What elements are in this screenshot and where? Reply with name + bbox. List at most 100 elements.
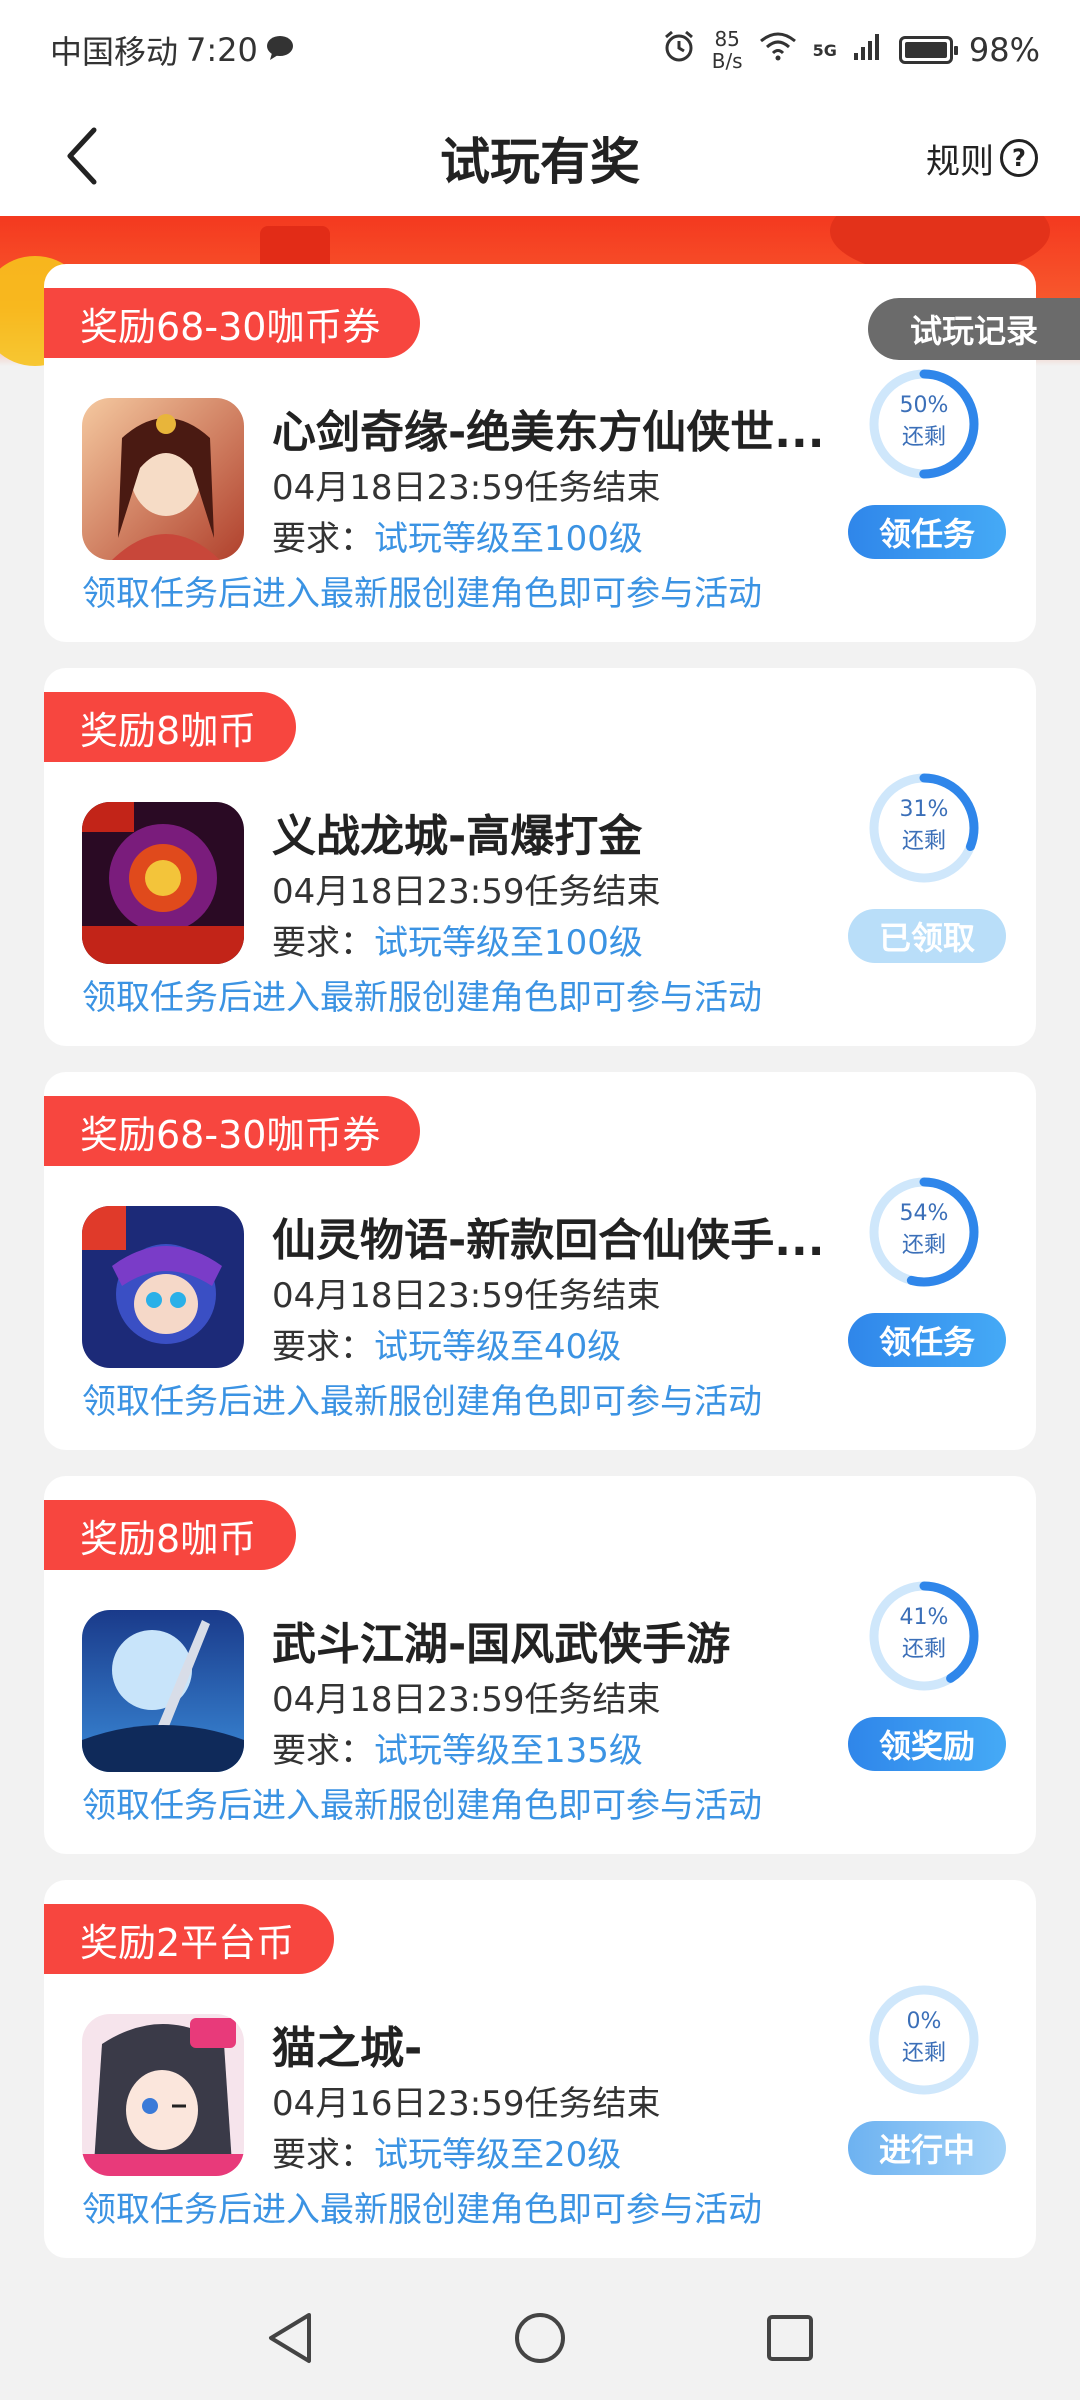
game-name: 猫之城-	[272, 2023, 423, 2074]
remaining-progress-ring: 0% 还剩	[868, 1984, 980, 2096]
claim-task-button[interactable]: 领任务	[848, 1313, 1006, 1367]
task-deadline: 04月18日23:59任务结束	[272, 872, 661, 912]
remaining-label: 还剩	[901, 1233, 946, 1258]
task-deadline: 04月18日23:59任务结束	[272, 468, 661, 508]
square-recent-icon	[765, 2313, 815, 2367]
requirement-label: 要求：	[272, 923, 374, 963]
task-hint: 领取任务后进入最新服创建角色即可参与活动	[82, 2190, 762, 2230]
task-list: 奖励68-30咖币券 心剑奇缘-绝美东方仙侠世... 04月18日23:59任务…	[44, 264, 1036, 2284]
remaining-text: 31% 还剩	[868, 794, 980, 858]
requirement-value: 试玩等级至20级	[374, 2135, 622, 2175]
remaining-text: 54% 还剩	[868, 1198, 980, 1262]
requirement-label: 要求：	[272, 1731, 374, 1771]
remaining-text: 41% 还剩	[868, 1602, 980, 1666]
rules-button[interactable]: 规则 ?	[926, 128, 1038, 188]
task-card[interactable]: 奖励8咖币 义战龙城-高爆打金 04月18日23:59任务结束 要求：试玩等级至…	[44, 668, 1036, 1046]
reward-tag: 奖励8咖币	[44, 692, 297, 762]
task-deadline: 04月18日23:59任务结束	[272, 1276, 661, 1316]
remaining-text: 50% 还剩	[868, 390, 980, 454]
back-button[interactable]	[44, 120, 120, 196]
claimed-button[interactable]: 已领取	[848, 909, 1006, 963]
requirement-label: 要求：	[272, 519, 374, 559]
requirement-label: 要求：	[272, 1327, 374, 1367]
remaining-label: 还剩	[901, 425, 946, 450]
reward-tag: 奖励68-30咖币券	[44, 1096, 421, 1166]
nav-home-button[interactable]	[505, 2305, 575, 2375]
reward-tag: 奖励8咖币	[44, 1500, 297, 1570]
task-card[interactable]: 奖励2平台币 猫之城- 04月16日23:59任务结束 要求：试玩等级至20级 …	[44, 1880, 1036, 2258]
status-right: 85 B/s 5G 98%	[662, 28, 1040, 72]
net-speed: 85 B/s	[712, 28, 743, 72]
remaining-progress-ring: 54% 还剩	[868, 1176, 980, 1288]
task-requirement: 要求：试玩等级至20级	[272, 2127, 621, 2176]
circle-home-icon	[513, 2311, 567, 2369]
remaining-label: 还剩	[901, 829, 946, 854]
game-name: 仙灵物语-新款回合仙侠手...	[272, 1215, 825, 1266]
rules-label: 规则	[926, 141, 994, 182]
game-name: 心剑奇缘-绝美东方仙侠世...	[272, 407, 825, 458]
net-speed-unit: B/s	[711, 49, 743, 73]
requirement-value: 试玩等级至100级	[374, 923, 643, 963]
play-record-tab[interactable]: 试玩记录	[868, 298, 1080, 360]
task-hint: 领取任务后进入最新服创建角色即可参与活动	[82, 1382, 762, 1422]
task-requirement: 要求：试玩等级至40级	[272, 1319, 621, 1368]
in-progress-button[interactable]: 进行中	[848, 2121, 1006, 2175]
task-card[interactable]: 奖励8咖币 武斗江湖-国风武侠手游 04月18日23:59任务结束 要求：试玩等…	[44, 1476, 1036, 1854]
requirement-value: 试玩等级至135级	[374, 1731, 643, 1771]
alarm-icon	[662, 29, 696, 71]
status-bar: 中国移动 7:20 85 B/s 5G 98%	[0, 0, 1080, 100]
game-name: 武斗江湖-国风武侠手游	[272, 1619, 731, 1670]
requirement-value: 试玩等级至40级	[374, 1327, 622, 1367]
task-hint: 领取任务后进入最新服创建角色即可参与活动	[82, 978, 762, 1018]
task-requirement: 要求：试玩等级至135级	[272, 1723, 643, 1772]
network-type: 5G	[812, 40, 837, 60]
system-nav-bar	[0, 2280, 1080, 2400]
remaining-text: 0% 还剩	[868, 2006, 980, 2070]
remaining-label: 还剩	[901, 1637, 946, 1662]
back-arrow-icon	[62, 126, 102, 190]
chat-bubble-icon	[266, 31, 294, 69]
task-hint: 领取任务后进入最新服创建角色即可参与活动	[82, 574, 762, 614]
remaining-percent: 41%	[899, 1605, 949, 1630]
question-circle-icon: ?	[1000, 139, 1038, 177]
remaining-percent: 50%	[899, 393, 949, 418]
status-time: 7:20	[186, 31, 258, 69]
carrier-name: 中国移动	[50, 33, 179, 71]
game-icon	[82, 1206, 244, 1368]
battery-icon	[898, 36, 958, 64]
game-icon	[82, 398, 244, 560]
wifi-icon	[759, 31, 797, 69]
net-speed-value: 85	[714, 27, 740, 51]
remaining-progress-ring: 31% 还剩	[868, 772, 980, 884]
reward-tag: 奖励68-30咖币券	[44, 288, 421, 358]
remaining-label: 还剩	[901, 2041, 946, 2066]
remaining-progress-ring: 50% 还剩	[868, 368, 980, 480]
status-left: 中国移动 7:20	[50, 27, 294, 73]
game-icon	[82, 802, 244, 964]
remaining-percent: 54%	[899, 1201, 949, 1226]
game-name: 义战龙城-高爆打金	[272, 811, 643, 862]
claim-reward-button[interactable]: 领奖励	[848, 1717, 1006, 1771]
battery-percent: 98%	[968, 31, 1040, 69]
task-deadline: 04月18日23:59任务结束	[272, 1680, 661, 1720]
remaining-percent: 31%	[899, 797, 949, 822]
signal-icon	[853, 31, 883, 69]
page-title: 试玩有奖	[440, 133, 640, 191]
task-requirement: 要求：试玩等级至100级	[272, 915, 643, 964]
nav-recent-button[interactable]	[755, 2305, 825, 2375]
task-hint: 领取任务后进入最新服创建角色即可参与活动	[82, 1786, 762, 1826]
requirement-label: 要求：	[272, 2135, 374, 2175]
claim-task-button[interactable]: 领任务	[848, 505, 1006, 559]
nav-back-button[interactable]	[255, 2305, 325, 2375]
requirement-value: 试玩等级至100级	[374, 519, 643, 559]
game-icon	[82, 1610, 244, 1772]
task-requirement: 要求：试玩等级至100级	[272, 511, 643, 560]
remaining-progress-ring: 41% 还剩	[868, 1580, 980, 1692]
reward-tag: 奖励2平台币	[44, 1904, 335, 1974]
app-header: 试玩有奖 规则 ?	[0, 100, 1080, 216]
task-card[interactable]: 奖励68-30咖币券 仙灵物语-新款回合仙侠手... 04月18日23:59任务…	[44, 1072, 1036, 1450]
game-icon	[82, 2014, 244, 2176]
remaining-percent: 0%	[906, 2009, 942, 2034]
task-deadline: 04月16日23:59任务结束	[272, 2084, 661, 2124]
triangle-back-icon	[265, 2311, 315, 2369]
